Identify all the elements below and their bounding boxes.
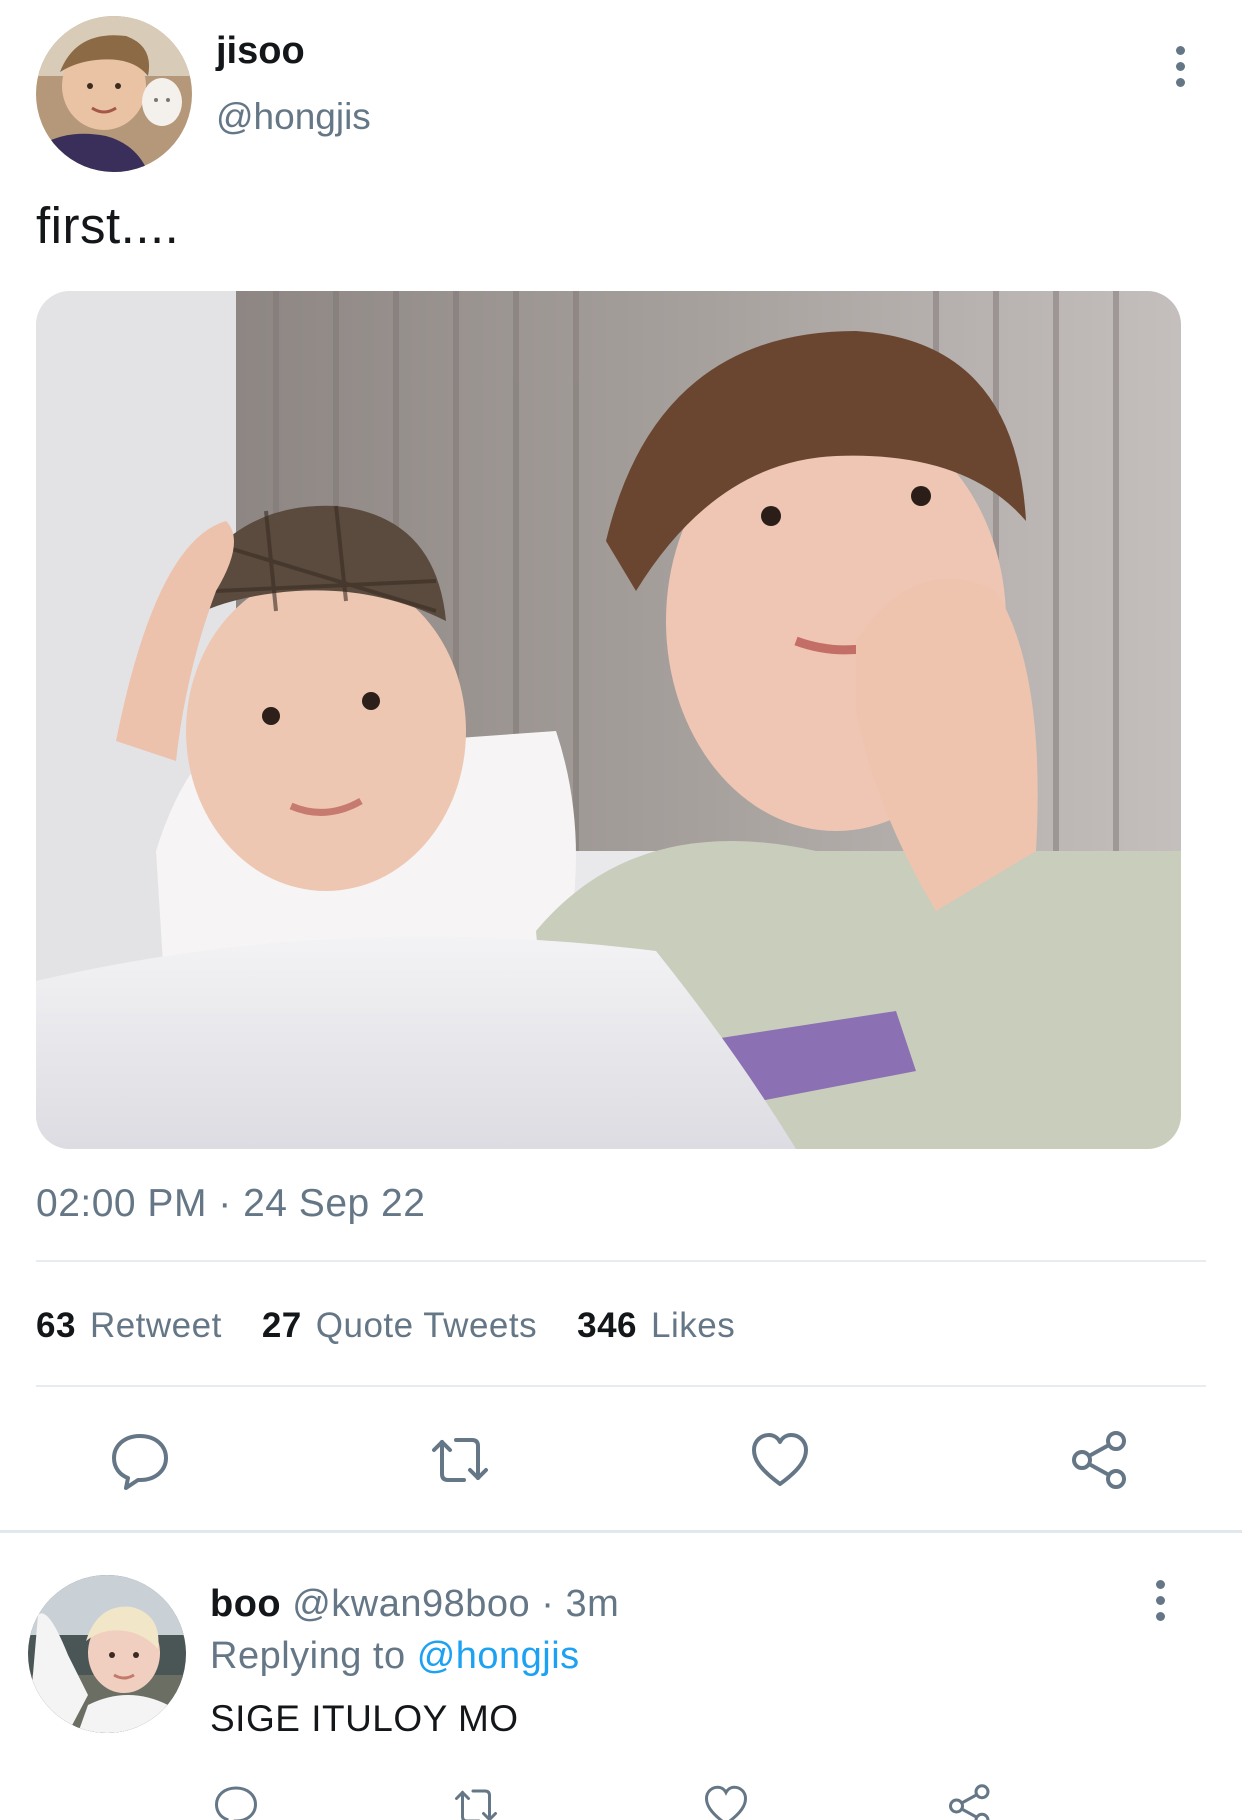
likes-label: Likes xyxy=(651,1306,736,1345)
replying-prefix: Replying to xyxy=(210,1635,406,1677)
reply-like-icon[interactable] xyxy=(702,1782,750,1820)
reply-text: SIGE ITULOY MO xyxy=(210,1698,519,1739)
divider xyxy=(36,1385,1206,1387)
like-icon[interactable] xyxy=(748,1428,812,1492)
main-tweet: jisoo @hongjis first.... 02:00 PM · 24 S… xyxy=(0,0,1242,1532)
likes-stat[interactable]: 346 Likes xyxy=(577,1306,735,1346)
reply-tweet[interactable]: boo @kwan98boo · 3m Replying to @hongjis… xyxy=(0,1533,1242,1820)
reply-handle[interactable]: @kwan98boo xyxy=(292,1583,530,1625)
retweet-count: 63 xyxy=(36,1306,76,1345)
retweet-stat[interactable]: 63 Retweet xyxy=(36,1306,222,1346)
quote-count: 27 xyxy=(261,1306,302,1345)
user-handle[interactable]: @hongjis xyxy=(216,96,371,138)
divider xyxy=(36,1260,1206,1262)
reply-display-name[interactable]: boo xyxy=(210,1583,281,1625)
tweet-timestamp[interactable]: 02:00 PM · 24 Sep 22 xyxy=(36,1182,425,1226)
reply-header: boo @kwan98boo · 3m xyxy=(210,1583,619,1626)
quote-stat[interactable]: 27 Quote Tweets xyxy=(262,1306,537,1346)
share-icon[interactable] xyxy=(1068,1428,1132,1492)
reply-share-icon[interactable] xyxy=(946,1782,994,1820)
reply-time: · 3m xyxy=(541,1583,620,1625)
user-avatar[interactable] xyxy=(36,16,192,172)
retweet-icon[interactable] xyxy=(428,1428,492,1492)
retweet-label: Retweet xyxy=(89,1306,222,1345)
reply-actions xyxy=(0,1778,1242,1820)
reply-icon[interactable] xyxy=(108,1428,172,1492)
replying-mention[interactable]: @hongjis xyxy=(417,1635,580,1677)
tweet-photo[interactable] xyxy=(36,291,1181,1149)
tweet-actions xyxy=(0,1428,1242,1492)
reply-retweet-icon[interactable] xyxy=(452,1782,500,1820)
reply-more-options-icon[interactable] xyxy=(1140,1570,1180,1630)
tweet-stats: 63 Retweet 27 Quote Tweets 346 Likes xyxy=(36,1306,735,1346)
likes-count: 346 xyxy=(577,1306,638,1345)
reply-reply-icon[interactable] xyxy=(212,1782,260,1820)
display-name[interactable]: jisoo xyxy=(216,30,305,73)
reply-user-avatar[interactable] xyxy=(28,1575,186,1733)
more-options-icon[interactable] xyxy=(1160,36,1200,96)
replying-to: Replying to @hongjis xyxy=(210,1635,580,1678)
quote-label: Quote Tweets xyxy=(315,1306,538,1345)
tweet-text: first.... xyxy=(36,197,180,254)
